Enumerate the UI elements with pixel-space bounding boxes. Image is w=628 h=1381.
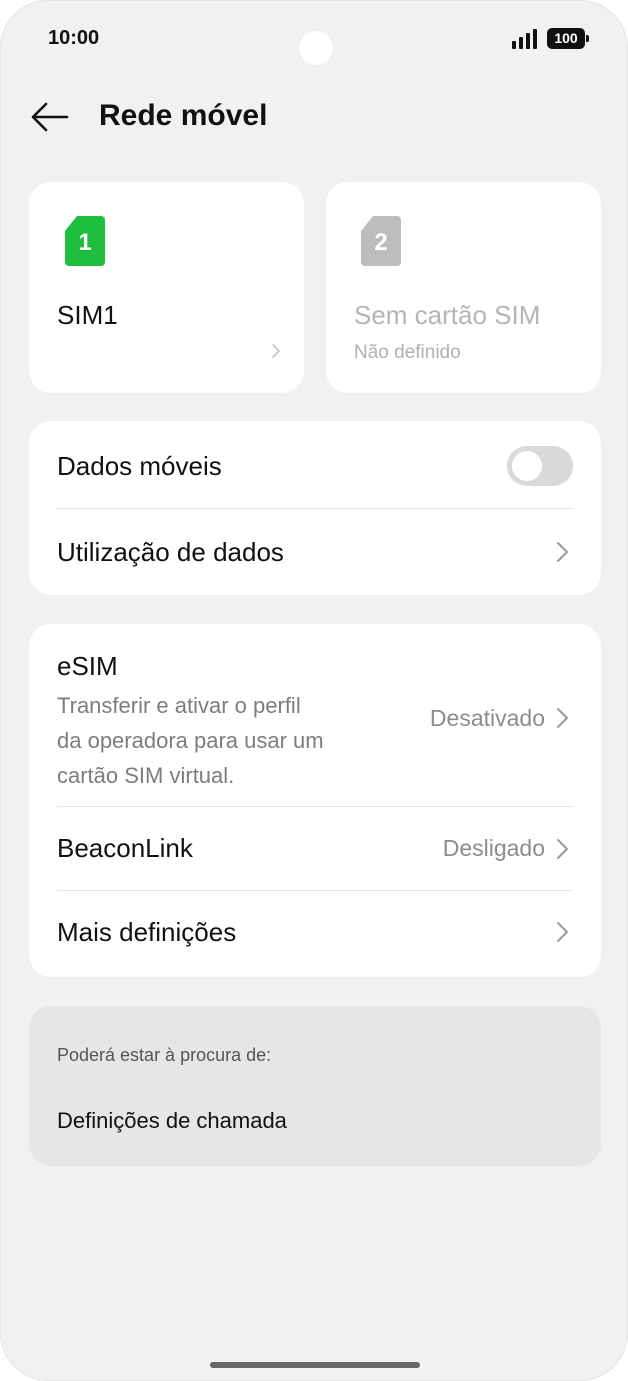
data-usage-label: Utilização de dados xyxy=(57,537,284,567)
sim2-card: 2 Sem cartão SIM Não definido xyxy=(326,182,601,393)
app-bar: Rede móvel xyxy=(1,89,627,145)
sim2-title: Sem cartão SIM xyxy=(354,300,541,330)
mobile-data-toggle[interactable] xyxy=(507,446,573,486)
more-settings-card: eSIM Transferir e ativar o perfil da ope… xyxy=(29,624,601,977)
sim2-subtitle: Não definido xyxy=(354,342,461,363)
back-button[interactable] xyxy=(29,99,71,135)
sim1-icon: 1 xyxy=(65,216,105,266)
battery-icon: 100 xyxy=(547,28,589,49)
data-settings-card: Dados móveis Utilização de dados xyxy=(29,421,601,595)
esim-desc-line: da operadora para usar um xyxy=(57,728,324,753)
beaconlink-row[interactable]: BeaconLink Desligado xyxy=(57,807,573,890)
mobile-data-label: Dados móveis xyxy=(57,451,222,481)
sim1-card[interactable]: 1 SIM1 xyxy=(29,182,304,393)
sim1-title: SIM1 xyxy=(57,300,118,330)
chevron-right-icon xyxy=(557,708,568,728)
beaconlink-label: BeaconLink xyxy=(57,833,193,863)
chevron-right-icon xyxy=(557,922,568,942)
signal-icon xyxy=(512,29,540,49)
data-usage-row[interactable]: Utilização de dados xyxy=(57,509,573,595)
status-time: 10:00 xyxy=(48,27,100,49)
esim-desc-line: cartão SIM virtual. xyxy=(57,763,235,788)
back-arrow-icon xyxy=(31,102,69,132)
phone-screen: 10:00 100 Rede móvel 1 SIM1 2 Sem cartão… xyxy=(0,0,628,1381)
toggle-knob xyxy=(512,451,542,481)
status-bar: 10:00 100 xyxy=(1,1,627,81)
home-indicator[interactable] xyxy=(210,1362,420,1368)
more-settings-label: Mais definições xyxy=(57,917,237,947)
suggestions-card: Poderá estar à procura de: Definições de… xyxy=(29,1006,601,1166)
esim-status: Desativado xyxy=(429,705,545,731)
sim2-icon: 2 xyxy=(361,216,401,266)
chevron-right-icon xyxy=(272,344,280,358)
esim-description: Transferir e ativar o perfil da operador… xyxy=(57,688,324,793)
page-title: Rede móvel xyxy=(99,99,268,132)
beaconlink-status: Desligado xyxy=(442,835,545,861)
esim-label: eSIM xyxy=(57,651,118,681)
front-camera xyxy=(299,31,333,65)
suggestion-call-settings[interactable]: Definições de chamada xyxy=(57,1108,287,1134)
chevron-right-icon xyxy=(557,839,568,859)
mobile-data-row[interactable]: Dados móveis xyxy=(57,421,573,508)
esim-row[interactable]: eSIM Transferir e ativar o perfil da ope… xyxy=(57,624,573,806)
chevron-right-icon xyxy=(557,542,568,562)
esim-desc-line: Transferir e ativar o perfil xyxy=(57,693,301,718)
more-settings-row[interactable]: Mais definições xyxy=(57,891,573,977)
suggestions-heading: Poderá estar à procura de: xyxy=(57,1045,272,1065)
